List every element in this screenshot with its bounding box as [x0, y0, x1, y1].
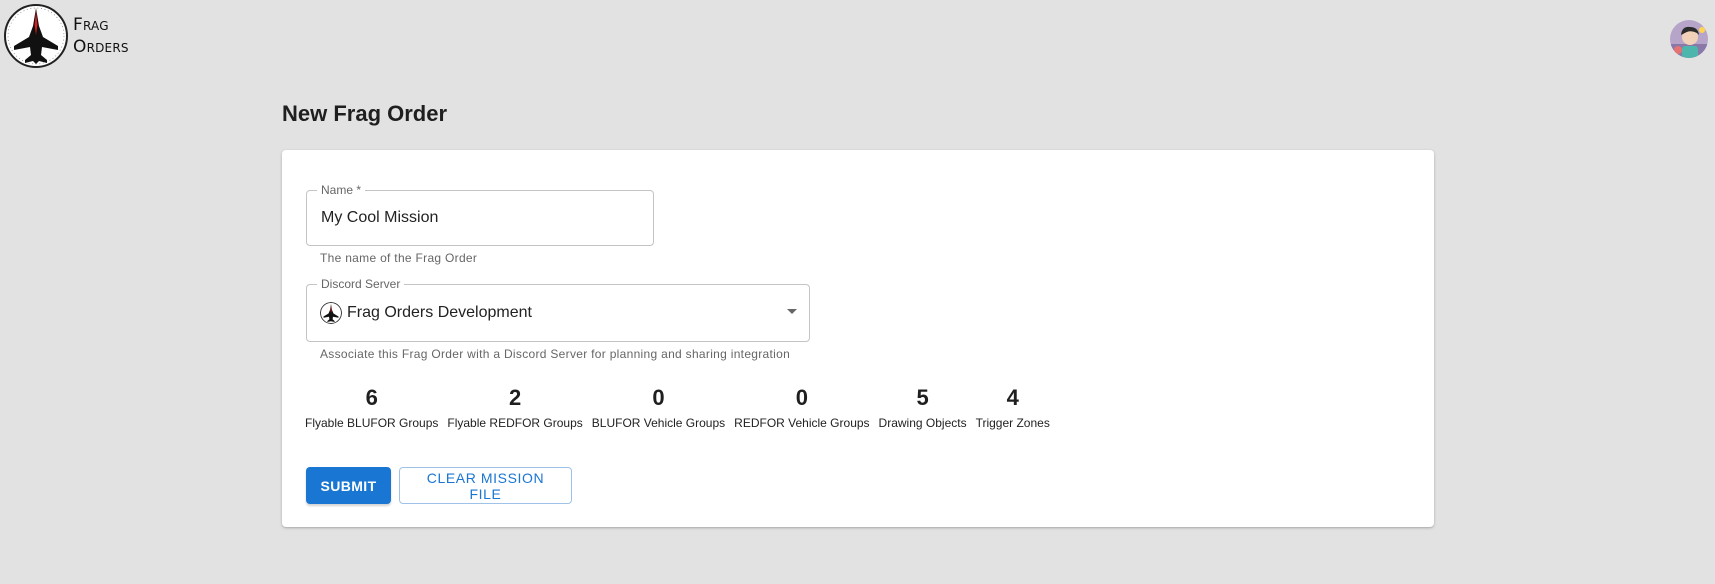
user-avatar[interactable] [1670, 20, 1708, 58]
discord-server-icon [320, 302, 342, 324]
stat-label: Drawing Objects [878, 416, 967, 430]
server-name: Frag Orders Development [347, 304, 532, 321]
stat-label: Trigger Zones [975, 416, 1050, 430]
stat-drawing-objects: 5 Drawing Objects [879, 384, 967, 430]
name-input[interactable] [307, 191, 653, 245]
submit-button[interactable]: SUBMIT [306, 467, 391, 504]
fighter-jet-logo-icon [4, 4, 68, 68]
stat-redfor-vehicle-groups: 0 REDFOR Vehicle Groups [734, 384, 869, 430]
brand-line-1: Frag [73, 15, 109, 35]
stat-value: 6 [365, 385, 378, 410]
stat-trigger-zones: 4 Trigger Zones [976, 384, 1050, 430]
mission-stats: 6 Flyable BLUFOR Groups 2 Flyable REDFOR… [305, 384, 1050, 430]
stat-blufor-vehicle-groups: 0 BLUFOR Vehicle Groups [592, 384, 725, 430]
chevron-down-icon[interactable] [787, 309, 797, 314]
stat-label: Flyable BLUFOR Groups [305, 416, 439, 430]
page-title: New Frag Order [282, 101, 448, 126]
selected-server: Frag Orders Development [320, 302, 532, 324]
stat-value: 4 [1006, 385, 1019, 410]
stat-flyable-redfor-groups: 2 Flyable REDFOR Groups [447, 384, 582, 430]
frag-order-form-card: Name * The name of the Frag Order Discor… [282, 150, 1434, 527]
name-field[interactable]: Name * [306, 182, 654, 246]
stat-value: 5 [916, 385, 929, 410]
stat-value: 2 [508, 385, 522, 410]
brand-link[interactable]: Frag Orders [3, 3, 129, 69]
avatar-image [1670, 20, 1708, 58]
stat-value: 0 [652, 385, 665, 410]
discord-server-select[interactable]: Discord Server Frag Orders Development [306, 276, 810, 342]
discord-server-label: Discord Server [317, 276, 405, 292]
brand-name: Frag Orders [73, 14, 129, 58]
form-actions: SUBMIT CLEAR MISSION FILE [306, 467, 572, 504]
brand-line-2: Orders [73, 37, 129, 57]
stat-label: Flyable REDFOR Groups [447, 416, 583, 430]
stat-label: REDFOR Vehicle Groups [734, 416, 870, 430]
clear-mission-file-button[interactable]: CLEAR MISSION FILE [399, 467, 572, 504]
name-helper-text: The name of the Frag Order [320, 251, 478, 265]
stat-flyable-blufor-groups: 6 Flyable BLUFOR Groups [305, 384, 438, 430]
top-app-bar: Frag Orders [0, 0, 1715, 80]
stat-label: BLUFOR Vehicle Groups [591, 416, 726, 430]
discord-server-helper-text: Associate this Frag Order with a Discord… [320, 347, 791, 361]
stat-value: 0 [795, 385, 808, 410]
